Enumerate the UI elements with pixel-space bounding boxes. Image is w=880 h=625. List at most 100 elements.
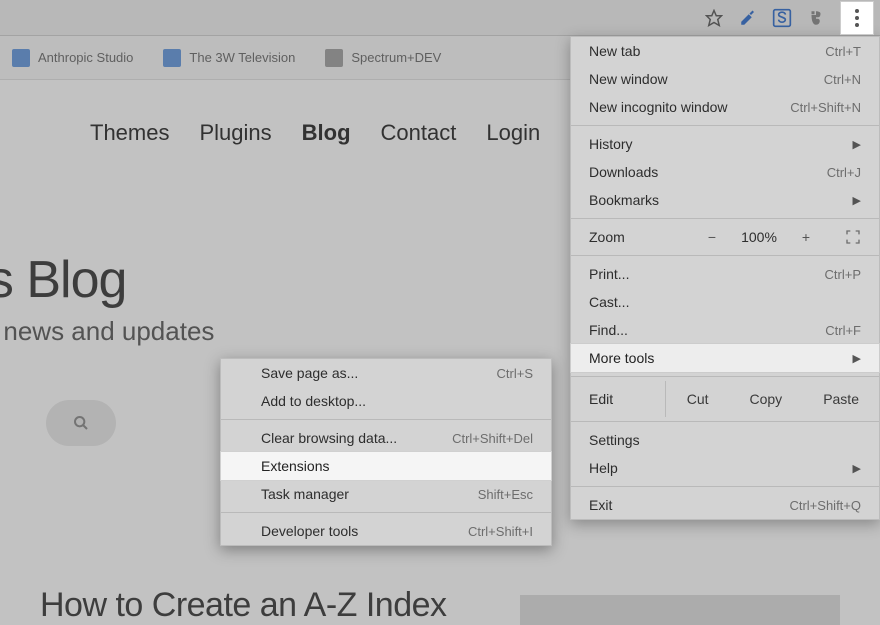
menu-item-shortcut: Ctrl+Shift+Q	[789, 498, 861, 513]
fullscreen-icon[interactable]	[845, 229, 861, 245]
menu-item-save-page[interactable]: Save page as... Ctrl+S	[221, 359, 551, 387]
menu-item-label: Exit	[589, 497, 789, 513]
search-button[interactable]	[46, 400, 116, 446]
menu-item-shortcut: Ctrl+S	[497, 366, 533, 381]
bookmark-label: Spectrum+DEV	[351, 50, 441, 65]
menu-item-shortcut: Ctrl+F	[825, 323, 861, 338]
menu-item-new-incognito[interactable]: New incognito window Ctrl+Shift+N	[571, 93, 879, 121]
menu-item-shortcut: Ctrl+Shift+Del	[452, 431, 533, 446]
menu-separator	[221, 512, 551, 513]
menu-item-bookmarks[interactable]: Bookmarks ▶	[571, 186, 879, 214]
menu-item-shortcut: Shift+Esc	[478, 487, 533, 502]
menu-item-more-tools[interactable]: More tools ▶	[571, 344, 879, 372]
menu-item-cast[interactable]: Cast...	[571, 288, 879, 316]
menu-separator	[571, 218, 879, 219]
chevron-right-icon: ▶	[853, 138, 861, 151]
menu-item-label: Bookmarks	[589, 192, 845, 208]
menu-item-label: Edit	[589, 391, 665, 407]
menu-separator	[571, 421, 879, 422]
menu-item-add-to-desktop[interactable]: Add to desktop...	[221, 387, 551, 415]
menu-separator	[571, 376, 879, 377]
bookmark-favicon-icon	[12, 49, 30, 67]
hero: es Blog ent news and updates	[0, 250, 214, 347]
chevron-right-icon: ▶	[853, 352, 861, 365]
menu-item-shortcut: Ctrl+P	[825, 267, 861, 282]
menu-item-label: Clear browsing data...	[261, 430, 452, 446]
nav-item-login[interactable]: Login	[486, 120, 540, 146]
menu-item-label: New incognito window	[589, 99, 790, 115]
menu-separator	[571, 486, 879, 487]
zoom-value: 100%	[737, 229, 781, 245]
star-icon[interactable]	[700, 4, 728, 32]
menu-separator	[221, 419, 551, 420]
menu-item-print[interactable]: Print... Ctrl+P	[571, 260, 879, 288]
menu-item-new-window[interactable]: New window Ctrl+N	[571, 65, 879, 93]
menu-item-help[interactable]: Help ▶	[571, 454, 879, 482]
menu-item-shortcut: Ctrl+J	[827, 165, 861, 180]
s-logo-icon[interactable]	[768, 4, 796, 32]
menu-item-label: Add to desktop...	[261, 393, 533, 409]
menu-item-label: Developer tools	[261, 523, 468, 539]
menu-item-label: More tools	[589, 350, 845, 366]
menu-item-label: Print...	[589, 266, 825, 282]
menu-item-exit[interactable]: Exit Ctrl+Shift+Q	[571, 491, 879, 519]
menu-item-label: Find...	[589, 322, 825, 338]
menu-item-task-manager[interactable]: Task manager Shift+Esc	[221, 480, 551, 508]
article-title: How to Create an A-Z Index	[40, 586, 447, 625]
zoom-out-button[interactable]: −	[703, 229, 721, 245]
chevron-right-icon: ▶	[853, 462, 861, 475]
bookmark-item[interactable]: Spectrum+DEV	[325, 49, 441, 67]
nav-item-blog[interactable]: Blog	[302, 120, 351, 146]
menu-item-label: Downloads	[589, 164, 827, 180]
menu-item-label: History	[589, 136, 845, 152]
menu-item-label: Save page as...	[261, 365, 497, 381]
bookmark-item[interactable]: Anthropic Studio	[12, 49, 133, 67]
bookmark-favicon-icon	[163, 49, 181, 67]
more-tools-submenu: Save page as... Ctrl+S Add to desktop...…	[220, 358, 552, 546]
menu-item-developer-tools[interactable]: Developer tools Ctrl+Shift+I	[221, 517, 551, 545]
menu-item-clear-browsing-data[interactable]: Clear browsing data... Ctrl+Shift+Del	[221, 424, 551, 452]
evernote-icon[interactable]	[802, 4, 830, 32]
zoom-in-button[interactable]: +	[797, 229, 815, 245]
menu-item-zoom: Zoom − 100% +	[571, 223, 879, 251]
menu-item-shortcut: Ctrl+N	[824, 72, 861, 87]
menu-item-label: New tab	[589, 43, 825, 59]
bookmark-item[interactable]: The 3W Television	[163, 49, 295, 67]
menu-item-label: Extensions	[261, 458, 533, 474]
nav-item-contact[interactable]: Contact	[381, 120, 457, 146]
edit-paste-button[interactable]: Paste	[802, 381, 879, 417]
chrome-toolbar	[0, 0, 880, 36]
menu-item-label: Cast...	[589, 294, 861, 310]
menu-item-label: Help	[589, 460, 845, 476]
menu-item-label: Task manager	[261, 486, 478, 502]
hero-subtitle: ent news and updates	[0, 316, 214, 347]
menu-separator	[571, 125, 879, 126]
eyedropper-icon[interactable]	[734, 4, 762, 32]
hero-title: es Blog	[0, 250, 214, 310]
nav-item-plugins[interactable]: Plugins	[199, 120, 271, 146]
menu-item-label: Zoom	[589, 229, 693, 245]
article-thumbnail	[520, 595, 840, 625]
chrome-menu-button[interactable]	[840, 1, 874, 35]
menu-item-edit: Edit Cut Copy Paste	[571, 381, 879, 417]
chevron-right-icon: ▶	[853, 194, 861, 207]
menu-separator	[571, 255, 879, 256]
menu-item-downloads[interactable]: Downloads Ctrl+J	[571, 158, 879, 186]
edit-cut-button[interactable]: Cut	[666, 381, 729, 417]
bookmark-favicon-icon	[325, 49, 343, 67]
edit-copy-button[interactable]: Copy	[729, 381, 803, 417]
menu-item-shortcut: Ctrl+Shift+I	[468, 524, 533, 539]
menu-item-new-tab[interactable]: New tab Ctrl+T	[571, 37, 879, 65]
menu-item-label: Settings	[589, 432, 861, 448]
menu-item-settings[interactable]: Settings	[571, 426, 879, 454]
nav-item-themes[interactable]: Themes	[90, 120, 169, 146]
bookmark-label: Anthropic Studio	[38, 50, 133, 65]
search-icon	[73, 415, 89, 431]
menu-item-extensions[interactable]: Extensions	[221, 452, 551, 480]
chrome-main-menu: New tab Ctrl+T New window Ctrl+N New inc…	[570, 36, 880, 520]
menu-item-shortcut: Ctrl+T	[825, 44, 861, 59]
menu-item-shortcut: Ctrl+Shift+N	[790, 100, 861, 115]
bookmark-label: The 3W Television	[189, 50, 295, 65]
menu-item-find[interactable]: Find... Ctrl+F	[571, 316, 879, 344]
menu-item-history[interactable]: History ▶	[571, 130, 879, 158]
